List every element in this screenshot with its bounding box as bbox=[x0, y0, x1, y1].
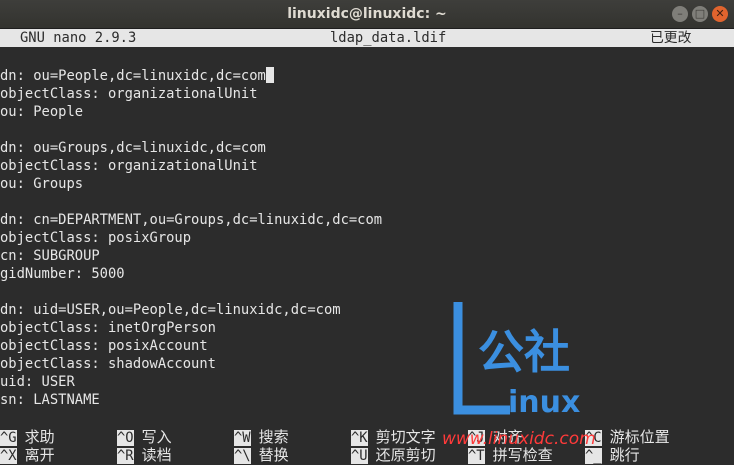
shortcut-label: 游标位置 bbox=[609, 428, 670, 446]
shortcut-key: ^K bbox=[351, 430, 368, 446]
shortcut-label: 写入 bbox=[141, 428, 172, 446]
shortcut-label: 求助 bbox=[24, 428, 55, 446]
shortcut-read-file[interactable]: ^R 读档 bbox=[117, 446, 172, 464]
shortcut-label: 跳行 bbox=[609, 446, 640, 464]
shortcut-label: 离开 bbox=[24, 446, 55, 464]
shortcut-key: ^_ bbox=[585, 448, 602, 464]
watermark-logo: 公社 inux bbox=[453, 302, 580, 418]
editor-line[interactable]: objectClass: posixGroup bbox=[0, 229, 191, 247]
editor-line[interactable]: uid: USER bbox=[0, 373, 75, 391]
nano-modified-status: 已更改 bbox=[650, 30, 692, 46]
window-title: linuxidc@linuxidc: ~ bbox=[287, 6, 447, 22]
text-cursor bbox=[265, 67, 274, 83]
shortcut-key: ^\ bbox=[234, 448, 251, 464]
shortcut-label: 替换 bbox=[258, 446, 289, 464]
shortcut-key: ^W bbox=[234, 430, 251, 446]
window-titlebar[interactable]: linuxidc@linuxidc: ~ – □ ✕ bbox=[0, 0, 734, 29]
shortcut-key: ^X bbox=[0, 448, 17, 464]
shortcut-label: 还原剪切 bbox=[375, 446, 436, 464]
nano-title-bar: GNU nano 2.9.3 ldap_data.ldif 已更改 bbox=[0, 29, 734, 47]
editor-line[interactable]: sn: LASTNAME bbox=[0, 391, 100, 409]
shortcut-key: ^T bbox=[468, 448, 485, 464]
watermark-url: www.linuxidc.com bbox=[442, 429, 596, 449]
shortcut-cut-text[interactable]: ^K 剪切文字 bbox=[351, 428, 436, 446]
nano-filename: ldap_data.ldif bbox=[330, 30, 447, 46]
maximize-button[interactable]: □ bbox=[692, 6, 708, 22]
shortcut-key: ^R bbox=[117, 448, 134, 464]
editor-line[interactable]: objectClass: organizationalUnit bbox=[0, 85, 258, 103]
shortcut-uncut-text[interactable]: ^U 还原剪切 bbox=[351, 446, 436, 464]
shortcut-write-out[interactable]: ^O 写入 bbox=[117, 428, 172, 446]
terminal-area[interactable]: GNU nano 2.9.3 ldap_data.ldif 已更改 dn: ou… bbox=[0, 29, 734, 464]
shortcut-key: ^G bbox=[0, 430, 17, 446]
editor-line[interactable]: dn: cn=DEPARTMENT,ou=Groups,dc=linuxidc,… bbox=[0, 211, 382, 229]
editor-line[interactable]: dn: ou=People,dc=linuxidc,dc=com bbox=[0, 67, 274, 85]
shortcut-where-is[interactable]: ^W 搜索 bbox=[234, 428, 289, 446]
editor-line[interactable]: objectClass: inetOrgPerson bbox=[0, 319, 216, 337]
shortcut-key: ^O bbox=[117, 430, 134, 446]
editor-line[interactable]: cn: SUBGROUP bbox=[0, 247, 100, 265]
editor-line[interactable]: dn: uid=USER,ou=People,dc=linuxidc,dc=co… bbox=[0, 301, 341, 319]
shortcut-label: 搜索 bbox=[258, 428, 289, 446]
shortcut-replace[interactable]: ^\ 替换 bbox=[234, 446, 289, 464]
shortcut-cur-pos[interactable]: ^C 游标位置 bbox=[585, 428, 670, 446]
shortcut-exit[interactable]: ^X 离开 bbox=[0, 446, 55, 464]
editor-line[interactable]: objectClass: posixAccount bbox=[0, 337, 208, 355]
editor-line[interactable]: objectClass: organizationalUnit bbox=[0, 157, 258, 175]
shortcut-label: 读档 bbox=[141, 446, 172, 464]
shortcut-help[interactable]: ^G 求助 bbox=[0, 428, 55, 446]
nano-version: GNU nano 2.9.3 bbox=[20, 30, 137, 46]
editor-line[interactable]: ou: Groups bbox=[0, 175, 83, 193]
editor-line[interactable]: objectClass: shadowAccount bbox=[0, 355, 216, 373]
watermark-logo-cn: 公社 bbox=[478, 325, 570, 379]
editor-line[interactable]: gidNumber: 5000 bbox=[0, 265, 125, 283]
minimize-button[interactable]: – bbox=[672, 6, 688, 22]
shortcut-label: 剪切文字 bbox=[375, 428, 436, 446]
line-text: dn: ou=People,dc=linuxidc,dc=com bbox=[0, 68, 266, 84]
watermark-logo-en: inux bbox=[508, 385, 580, 418]
close-button[interactable]: ✕ bbox=[712, 6, 728, 22]
shortcut-key: ^U bbox=[351, 448, 368, 464]
editor-line[interactable]: dn: ou=Groups,dc=linuxidc,dc=com bbox=[0, 139, 266, 157]
editor-line[interactable]: ou: People bbox=[0, 103, 83, 121]
